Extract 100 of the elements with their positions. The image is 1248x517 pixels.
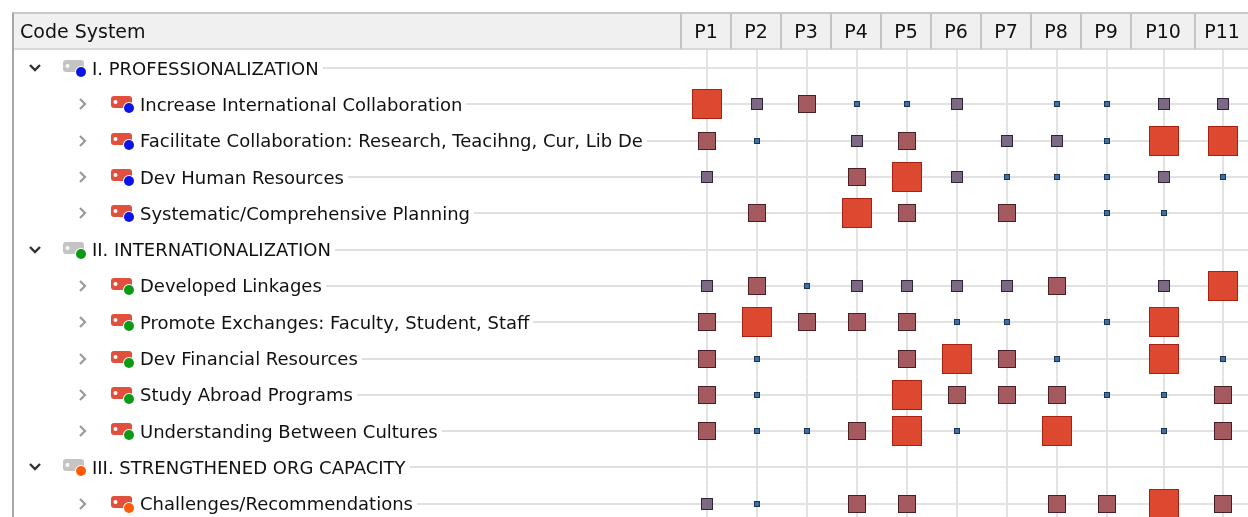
code-label[interactable]: Dev Human Resources <box>140 166 344 188</box>
frequency-square[interactable] <box>954 428 960 435</box>
frequency-square[interactable] <box>954 319 960 326</box>
frequency-square[interactable] <box>1149 307 1179 338</box>
frequency-square[interactable] <box>892 416 922 447</box>
column-header[interactable]: Code System <box>14 14 682 50</box>
frequency-square[interactable] <box>1104 137 1110 144</box>
frequency-square[interactable] <box>692 89 722 120</box>
column-header[interactable]: P7 <box>982 14 1032 50</box>
frequency-square[interactable] <box>698 131 716 150</box>
frequency-square[interactable] <box>1158 279 1170 292</box>
frequency-square[interactable] <box>701 279 713 292</box>
frequency-square[interactable] <box>1104 174 1110 181</box>
frequency-square[interactable] <box>848 494 866 513</box>
frequency-square[interactable] <box>1214 385 1232 404</box>
column-header[interactable]: P2 <box>732 14 782 50</box>
code-label[interactable]: Increase International Collaboration <box>140 93 463 115</box>
frequency-square[interactable] <box>698 313 716 332</box>
frequency-square[interactable] <box>951 171 963 184</box>
frequency-square[interactable] <box>842 198 872 229</box>
frequency-square[interactable] <box>1158 98 1170 111</box>
frequency-square[interactable] <box>698 349 716 368</box>
frequency-square[interactable] <box>951 279 963 292</box>
frequency-square[interactable] <box>1149 343 1179 374</box>
frequency-square[interactable] <box>698 385 716 404</box>
frequency-square[interactable] <box>1149 125 1179 156</box>
code-label[interactable]: Systematic/Comprehensive Planning <box>140 202 471 224</box>
frequency-square[interactable] <box>1208 270 1238 301</box>
frequency-square[interactable] <box>1220 174 1226 181</box>
frequency-square[interactable] <box>898 349 916 368</box>
frequency-square[interactable] <box>1001 134 1013 147</box>
frequency-square[interactable] <box>901 279 913 292</box>
frequency-square[interactable] <box>1054 101 1060 108</box>
code-label[interactable]: Facilitate Collaboration: Research, Teacihng, Cur, Lib De <box>140 130 643 152</box>
frequency-square[interactable] <box>998 204 1016 223</box>
column-header[interactable]: P9 <box>1082 14 1132 50</box>
frequency-square[interactable] <box>851 134 863 147</box>
frequency-square[interactable] <box>754 500 760 507</box>
frequency-square[interactable] <box>804 282 810 289</box>
code-label[interactable]: Challenges/Recommendations <box>140 493 413 515</box>
frequency-square[interactable] <box>1214 422 1232 441</box>
frequency-square[interactable] <box>1161 428 1167 435</box>
frequency-square[interactable] <box>1054 174 1060 181</box>
frequency-square[interactable] <box>754 391 760 398</box>
frequency-square[interactable] <box>1051 134 1063 147</box>
frequency-square[interactable] <box>951 98 963 111</box>
frequency-square[interactable] <box>754 355 760 362</box>
code-label[interactable]: Developed Linkages <box>140 275 322 297</box>
frequency-square[interactable] <box>942 343 972 374</box>
frequency-square[interactable] <box>854 101 860 108</box>
frequency-square[interactable] <box>751 98 763 111</box>
frequency-square[interactable] <box>1214 494 1232 513</box>
frequency-square[interactable] <box>998 385 1016 404</box>
frequency-square[interactable] <box>848 313 866 332</box>
frequency-square[interactable] <box>848 168 866 187</box>
frequency-square[interactable] <box>998 349 1016 368</box>
frequency-square[interactable] <box>798 95 816 114</box>
frequency-square[interactable] <box>1217 98 1229 111</box>
frequency-square[interactable] <box>754 428 760 435</box>
frequency-square[interactable] <box>904 101 910 108</box>
frequency-square[interactable] <box>892 379 922 410</box>
frequency-square[interactable] <box>851 279 863 292</box>
code-group-label[interactable]: I. PROFESSIONALIZATION <box>92 57 319 79</box>
code-group-label[interactable]: II. INTERNATIONALIZATION <box>92 239 331 261</box>
frequency-square[interactable] <box>898 313 916 332</box>
column-header[interactable]: P3 <box>782 14 832 50</box>
frequency-square[interactable] <box>1161 391 1167 398</box>
frequency-square[interactable] <box>898 494 916 513</box>
column-header[interactable]: P10 <box>1132 14 1196 50</box>
frequency-square[interactable] <box>754 137 760 144</box>
frequency-square[interactable] <box>1158 171 1170 184</box>
frequency-square[interactable] <box>1042 416 1072 447</box>
frequency-square[interactable] <box>1104 101 1110 108</box>
frequency-square[interactable] <box>748 276 766 295</box>
code-label[interactable]: Understanding Between Cultures <box>140 420 438 442</box>
frequency-square[interactable] <box>1104 319 1110 326</box>
frequency-square[interactable] <box>1149 488 1179 517</box>
frequency-square[interactable] <box>1004 174 1010 181</box>
frequency-square[interactable] <box>1001 279 1013 292</box>
frequency-square[interactable] <box>1161 210 1167 217</box>
frequency-square[interactable] <box>1104 391 1110 398</box>
frequency-square[interactable] <box>748 204 766 223</box>
column-header[interactable]: P5 <box>882 14 932 50</box>
frequency-square[interactable] <box>1098 494 1116 513</box>
code-group-label[interactable]: III. STRENGTHENED ORG CAPACITY <box>92 456 406 478</box>
frequency-square[interactable] <box>701 171 713 184</box>
frequency-square[interactable] <box>1104 210 1110 217</box>
code-label[interactable]: Promote Exchanges: Faculty, Student, Staff <box>140 311 530 333</box>
frequency-square[interactable] <box>804 428 810 435</box>
frequency-square[interactable] <box>948 385 966 404</box>
frequency-square[interactable] <box>892 162 922 193</box>
frequency-square[interactable] <box>898 131 916 150</box>
column-header[interactable]: P11 <box>1196 14 1248 50</box>
frequency-square[interactable] <box>1208 125 1238 156</box>
frequency-square[interactable] <box>1054 355 1060 362</box>
column-header[interactable]: P1 <box>682 14 732 50</box>
frequency-square[interactable] <box>1048 276 1066 295</box>
code-label[interactable]: Study Abroad Programs <box>140 384 353 406</box>
column-header[interactable]: P6 <box>932 14 982 50</box>
frequency-square[interactable] <box>798 313 816 332</box>
